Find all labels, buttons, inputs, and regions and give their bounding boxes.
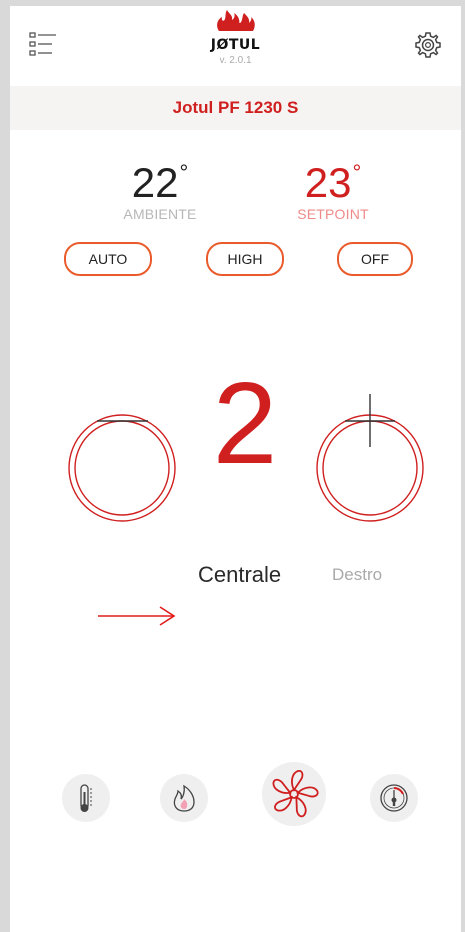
- app-screen: JØTUL v. 2.0.1 Jotul PF 1230 S 22° AMBIE…: [10, 6, 461, 932]
- zone-destro[interactable]: Destro: [332, 565, 382, 585]
- off-mode-button[interactable]: OFF: [337, 242, 413, 276]
- plus-circle-icon[interactable]: [310, 391, 430, 525]
- gauge-icon[interactable]: [370, 774, 418, 822]
- fan-speed-level: 2: [212, 358, 278, 488]
- setpoint-temperature-value: 23°: [304, 159, 362, 206]
- ambient-label: AMBIENTE: [123, 206, 197, 222]
- app-version: v. 2.0.1: [219, 55, 252, 66]
- ambient-temperature-value: 22°: [131, 159, 189, 206]
- thermometer-icon[interactable]: [62, 774, 110, 822]
- gear-icon[interactable]: [413, 30, 443, 60]
- device-model-name: Jotul PF 1230 S: [172, 98, 299, 117]
- setpoint-label: SETPOINT: [297, 206, 369, 222]
- flame-logo-icon: [216, 10, 255, 31]
- header: JØTUL v. 2.0.1: [10, 6, 461, 86]
- ambient-temperature: 22° AMBIENTE: [90, 152, 230, 223]
- fan-icon[interactable]: [262, 762, 326, 826]
- zone-centrale[interactable]: Centrale: [198, 562, 281, 588]
- minus-circle-icon[interactable]: [60, 414, 180, 524]
- setpoint-temperature[interactable]: 23° SETPOINT: [263, 152, 403, 223]
- high-mode-button[interactable]: HIGH: [206, 242, 284, 276]
- brand-logo: JØTUL v. 2.0.1: [176, 8, 296, 82]
- auto-mode-button[interactable]: AUTO: [64, 242, 152, 276]
- list-menu-icon[interactable]: [28, 30, 62, 60]
- flame-icon[interactable]: [160, 774, 208, 822]
- right-arrow-icon: [98, 606, 176, 626]
- device-model-bar: Jotul PF 1230 S: [10, 86, 461, 130]
- bottom-navigation: [10, 744, 461, 844]
- brand-name: JØTUL: [210, 37, 261, 53]
